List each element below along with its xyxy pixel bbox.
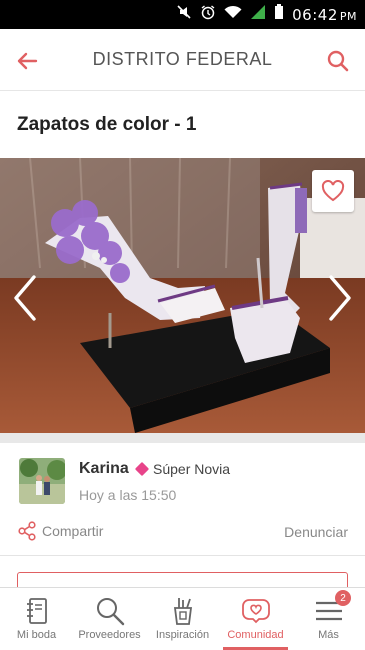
signal-icon [250,4,266,25]
previous-photo-button[interactable] [10,273,40,323]
badge-diamond-icon [134,461,150,477]
search-button[interactable] [323,46,353,76]
shoes-photo-image [0,158,365,433]
post-title: Zapatos de color - 1 [17,114,197,135]
mute-icon [176,4,192,25]
notebook-icon [21,595,53,627]
avatar[interactable] [19,458,65,504]
nav-label: Comunidad [227,629,284,641]
back-arrow-icon [17,52,38,70]
share-button[interactable]: Compartir [18,521,103,541]
divider [0,555,365,556]
back-button[interactable] [12,46,42,76]
nav-item-mas[interactable]: Más 2 [292,588,365,650]
heart-icon [321,180,345,202]
notification-badge: 2 [335,590,351,606]
favorite-button[interactable] [312,170,354,212]
chevron-left-icon [14,275,36,321]
nav-label: Mi boda [16,629,57,641]
nav-item-inspiracion[interactable]: Inspiración [146,588,219,650]
chevron-right-icon [329,275,351,321]
search-icon [327,50,349,72]
battery-icon [274,4,284,25]
avatar-image [19,458,65,504]
post-photo[interactable] [0,158,365,433]
nav-item-mi-boda[interactable]: Mi boda [0,588,73,650]
nav-item-proveedores[interactable]: Proveedores [73,588,146,650]
share-icon [18,521,36,541]
nav-label: Inspiración [155,629,210,641]
search-icon [94,595,126,627]
status-badge: Súper Novia [134,461,231,477]
post-timestamp: Hoy a las 15:50 [79,487,177,503]
app-header: DISTRITO FEDERAL [0,29,365,91]
wifi-icon [224,5,242,24]
next-photo-button[interactable] [325,273,355,323]
status-bar: 06:42 PM [0,0,365,29]
badge-label: Súper Novia [153,461,231,477]
share-label: Compartir [42,523,104,539]
section-divider [0,433,365,443]
author-name[interactable]: Karina [79,460,129,478]
nav-label: Más [318,629,339,641]
status-time: 06:42 PM [292,5,357,24]
tools-icon [167,595,199,627]
heart-chat-icon [240,595,272,627]
alarm-icon [200,4,216,25]
page-title: DISTRITO FEDERAL [92,49,273,69]
bottom-navigation: Mi boda Proveedores Inspiración Comunida… [0,587,365,650]
report-link[interactable]: Denunciar [284,524,348,540]
nav-label: Proveedores [78,629,141,641]
nav-item-comunidad[interactable]: Comunidad [219,588,292,650]
post-actions: Compartir Denunciar [0,519,365,545]
